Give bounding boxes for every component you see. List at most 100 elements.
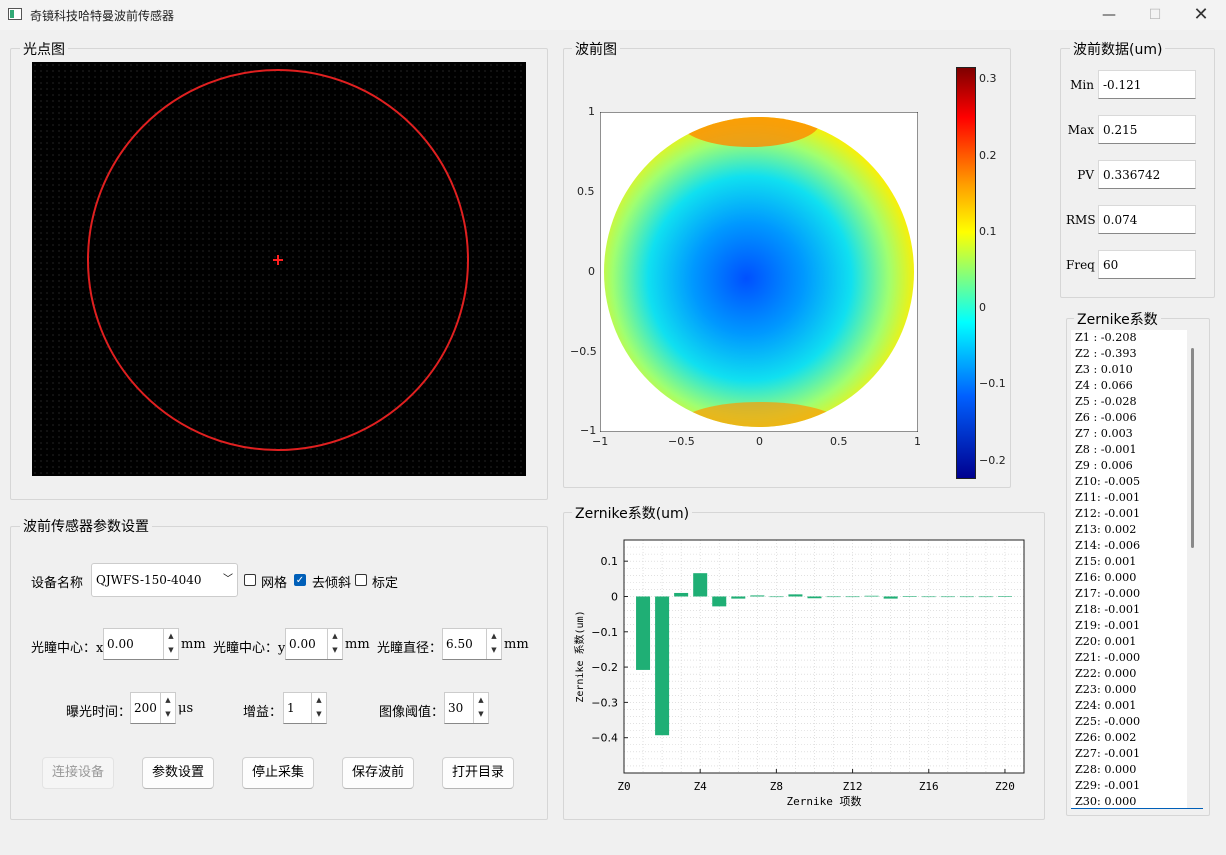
pupil-center-y-value: 0.00 bbox=[289, 637, 316, 651]
up-arrow-icon[interactable]: ▲ bbox=[474, 693, 488, 707]
minimize-icon[interactable]: — bbox=[1086, 0, 1132, 30]
detilt-checkbox[interactable]: ✓ bbox=[294, 574, 306, 586]
grid-checkbox-label: 网格 bbox=[261, 576, 288, 591]
pupil-center-x-stepper[interactable]: ▲ ▼ bbox=[163, 629, 178, 659]
connect-device-button[interactable]: 连接设备 bbox=[42, 757, 114, 789]
wf-y-tick: 0 bbox=[588, 265, 595, 278]
list-item[interactable]: Z4 : 0.066 bbox=[1071, 378, 1187, 394]
pupil-diameter-stepper[interactable]: ▲ ▼ bbox=[486, 629, 501, 659]
list-item[interactable]: Z30: 0.000 bbox=[1071, 794, 1187, 808]
gain-stepper[interactable]: ▲ ▼ bbox=[311, 693, 326, 723]
list-item[interactable]: Z12: -0.001 bbox=[1071, 506, 1187, 522]
gain-input[interactable]: 1 ▲ ▼ bbox=[283, 692, 327, 724]
list-item[interactable]: Z15: 0.001 bbox=[1071, 554, 1187, 570]
zernike-list[interactable]: Z1 : -0.208 Z2 : -0.393 Z3 : 0.010 Z4 : 0.0… bbox=[1071, 330, 1187, 808]
field-value-pv[interactable]: 0.336742 bbox=[1098, 160, 1196, 189]
up-arrow-icon[interactable]: ▲ bbox=[161, 693, 175, 707]
up-arrow-icon[interactable]: ▲ bbox=[312, 693, 326, 707]
list-item[interactable]: Z23: 0.000 bbox=[1071, 682, 1187, 698]
maximize-icon[interactable]: ☐ bbox=[1132, 0, 1178, 30]
list-item[interactable]: Z2 : -0.393 bbox=[1071, 346, 1187, 362]
up-arrow-icon[interactable]: ▲ bbox=[487, 629, 501, 643]
list-item[interactable]: Z18: -0.001 bbox=[1071, 602, 1187, 618]
list-item[interactable]: Z3 : 0.010 bbox=[1071, 362, 1187, 378]
down-arrow-icon[interactable]: ▼ bbox=[487, 643, 501, 657]
down-arrow-icon[interactable]: ▼ bbox=[164, 643, 178, 657]
params-panel-title: 波前传感器参数设置 bbox=[20, 516, 152, 536]
x-axis-label: Zernike 项数 bbox=[787, 795, 862, 808]
stop-capture-button[interactable]: 停止采集 bbox=[242, 757, 314, 789]
list-item[interactable]: Z14: -0.006 bbox=[1071, 538, 1187, 554]
list-item[interactable]: Z25: -0.000 bbox=[1071, 714, 1187, 730]
grid-checkbox[interactable] bbox=[244, 574, 256, 586]
list-item[interactable]: Z22: 0.000 bbox=[1071, 666, 1187, 682]
list-item[interactable]: Z13: 0.002 bbox=[1071, 522, 1187, 538]
list-item[interactable]: Z24: 0.001 bbox=[1071, 698, 1187, 714]
pupil-center-y-stepper[interactable]: ▲ ▼ bbox=[327, 629, 342, 659]
list-item[interactable]: Z27: -0.001 bbox=[1071, 746, 1187, 762]
down-arrow-icon[interactable]: ▼ bbox=[328, 643, 342, 657]
up-arrow-icon[interactable]: ▲ bbox=[328, 629, 342, 643]
field-value-min[interactable]: -0.121 bbox=[1098, 70, 1196, 99]
down-arrow-icon[interactable]: ▼ bbox=[474, 707, 488, 721]
bar bbox=[712, 596, 727, 607]
field-value-max[interactable]: 0.215 bbox=[1098, 115, 1196, 144]
zernike-list-scrollbar[interactable] bbox=[1191, 348, 1194, 548]
list-item[interactable]: Z1 : -0.208 bbox=[1071, 330, 1187, 346]
exposure-value: 200 bbox=[134, 701, 157, 715]
unit-label: mm bbox=[181, 637, 206, 652]
bar bbox=[636, 596, 651, 670]
y-tick-label: −0.3 bbox=[591, 696, 618, 709]
list-item[interactable]: Z11: -0.001 bbox=[1071, 490, 1187, 506]
colorbar-tick: −0.1 bbox=[979, 377, 1006, 390]
list-item[interactable]: Z16: 0.000 bbox=[1071, 570, 1187, 586]
list-item[interactable]: Z29: -0.001 bbox=[1071, 778, 1187, 794]
bar bbox=[997, 596, 1012, 597]
field-label: Freq bbox=[1066, 258, 1095, 272]
list-item[interactable]: Z21: -0.000 bbox=[1071, 650, 1187, 666]
down-arrow-icon[interactable]: ▼ bbox=[161, 707, 175, 721]
save-wavefront-button[interactable]: 保存波前 bbox=[342, 757, 414, 789]
up-arrow-icon[interactable]: ▲ bbox=[164, 629, 178, 643]
exposure-input[interactable]: 200 ▲ ▼ bbox=[130, 692, 176, 724]
pupil-diameter-input[interactable]: 6.50 ▲ ▼ bbox=[442, 628, 502, 660]
list-item[interactable]: Z17: -0.000 bbox=[1071, 586, 1187, 602]
list-item[interactable]: Z20: 0.001 bbox=[1071, 634, 1187, 650]
wf-x-tick: 0.5 bbox=[830, 435, 848, 448]
threshold-stepper[interactable]: ▲ ▼ bbox=[473, 693, 488, 723]
bar bbox=[693, 573, 708, 597]
zernike-list-title: Zernike系数 bbox=[1074, 309, 1161, 329]
down-arrow-icon[interactable]: ▼ bbox=[312, 707, 326, 721]
list-focus-line bbox=[1071, 808, 1203, 809]
y-tick-label: 0.1 bbox=[601, 555, 619, 568]
x-tick-label: Z20 bbox=[995, 780, 1015, 793]
spot-overlay bbox=[87, 69, 469, 451]
open-directory-button[interactable]: 打开目录 bbox=[442, 757, 514, 789]
colorbar-tick: 0.2 bbox=[979, 149, 997, 162]
list-item[interactable]: Z9 : 0.006 bbox=[1071, 458, 1187, 474]
param-settings-button[interactable]: 参数设置 bbox=[142, 757, 214, 789]
list-item[interactable]: Z10: -0.005 bbox=[1071, 474, 1187, 490]
field-value-freq[interactable]: 60 bbox=[1098, 250, 1196, 279]
field-value-rms[interactable]: 0.074 bbox=[1098, 205, 1196, 234]
pupil-center-y-input[interactable]: 0.00 ▲ ▼ bbox=[285, 628, 343, 660]
y-axis-label: Zernike 系数(um) bbox=[573, 610, 586, 702]
exposure-stepper[interactable]: ▲ ▼ bbox=[160, 693, 175, 723]
list-item[interactable]: Z6 : -0.006 bbox=[1071, 410, 1187, 426]
spot-panel-title: 光点图 bbox=[20, 39, 68, 59]
list-item[interactable]: Z26: 0.002 bbox=[1071, 730, 1187, 746]
device-select[interactable]: QJWFS-150-4040 ﹀ bbox=[91, 563, 238, 597]
calibrate-checkbox[interactable] bbox=[355, 574, 367, 586]
pupil-center-x-input[interactable]: 0.00 ▲ ▼ bbox=[103, 628, 179, 660]
list-item[interactable]: Z28: 0.000 bbox=[1071, 762, 1187, 778]
list-item[interactable]: Z8 : -0.001 bbox=[1071, 442, 1187, 458]
list-item[interactable]: Z7 : 0.003 bbox=[1071, 426, 1187, 442]
list-item[interactable]: Z5 : -0.028 bbox=[1071, 394, 1187, 410]
y-tick-label: 0 bbox=[611, 590, 618, 603]
list-item[interactable]: Z19: -0.001 bbox=[1071, 618, 1187, 634]
wavefront-map bbox=[600, 112, 918, 432]
zernike-bar-chart: 0.1 0 −0.1 −0.2 −0.3 −0.4 Z0 Z4 Z8 Z12 Z16 Z20 Zerni… bbox=[573, 539, 1025, 808]
close-icon[interactable]: ✕ bbox=[1178, 0, 1224, 30]
threshold-input[interactable]: 30 ▲ ▼ bbox=[444, 692, 489, 724]
spot-image bbox=[32, 62, 526, 476]
